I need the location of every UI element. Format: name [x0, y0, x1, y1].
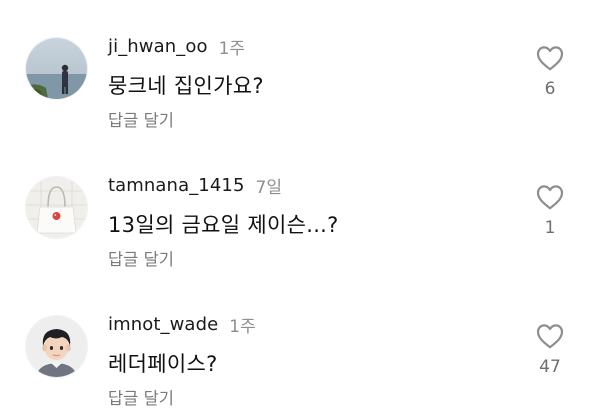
reply-button[interactable]: 답글 달기: [108, 107, 174, 131]
avatar[interactable]: [26, 316, 87, 377]
like-button[interactable]: [536, 323, 564, 349]
comment-timestamp: 1주: [218, 38, 246, 59]
avatar-photo-white-bag-icon: [26, 177, 87, 238]
like-count: 47: [539, 357, 561, 377]
comment-timestamp: 7일: [255, 177, 282, 198]
like-button[interactable]: [536, 184, 564, 210]
comment-text: 레더페이스?: [108, 352, 218, 376]
comment-meta: imnot_wade 1주: [108, 311, 256, 337]
heart-outline-icon: [536, 46, 564, 71]
avatar[interactable]: [26, 38, 87, 99]
like-button[interactable]: [536, 45, 564, 71]
reply-button[interactable]: 답글 달기: [108, 385, 174, 409]
avatar-photo-sea-person-icon: [26, 38, 87, 99]
comment-meta: ji_hwan_oo 1주: [108, 33, 245, 59]
comment-meta: tamnana_1415 7일: [108, 172, 282, 198]
comment-username[interactable]: tamnana_1415: [108, 175, 245, 196]
comment-text: 13일의 금요일 제이슨...?: [108, 213, 339, 237]
like-count: 6: [544, 79, 556, 99]
reply-button[interactable]: 답글 달기: [108, 246, 174, 270]
comment-item: imnot_wade 1주 레더페이스? 답글 달기 47: [0, 278, 600, 418]
comment-item: ji_hwan_oo 1주 뭉크네 집인가요? 답글 달기 6: [0, 0, 600, 140]
avatar[interactable]: [26, 177, 87, 238]
heart-outline-icon: [536, 324, 564, 349]
comment-item: tamnana_1415 7일 13일의 금요일 제이슨...? 답글 달기 1: [0, 139, 600, 279]
like-count: 1: [544, 218, 556, 238]
comment-username[interactable]: ji_hwan_oo: [108, 36, 208, 57]
comment-text: 뭉크네 집인가요?: [108, 74, 264, 98]
heart-outline-icon: [536, 185, 564, 210]
comment-username[interactable]: imnot_wade: [108, 314, 218, 335]
comment-timestamp: 1주: [229, 316, 256, 337]
avatar-cartoon-boy-icon: [26, 316, 87, 377]
